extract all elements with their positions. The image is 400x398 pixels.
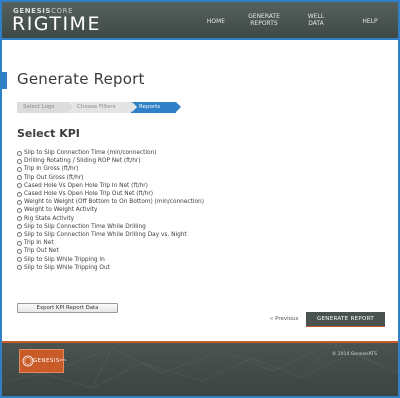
kpi-option-label: Weight to Weight (Off Bottom to On Botto… <box>24 199 204 206</box>
kpi-option[interactable]: Trip Out Net <box>17 247 204 255</box>
kpi-option[interactable]: Trip Out Gross (ft/hr) <box>17 174 204 182</box>
header-accent-bar <box>2 38 398 40</box>
step-arrow-1 <box>69 102 74 112</box>
kpi-option[interactable]: Weight to Weight Activity <box>17 206 204 214</box>
kpi-option[interactable]: Cased Hole Vs Open Hole Trip In Net (ft/… <box>17 182 204 190</box>
kpi-option-label: Slip to Slip Connection Time (min/connec… <box>24 150 157 157</box>
radio-button[interactable] <box>17 257 22 263</box>
kpi-option[interactable]: Slip to Slip Connection Time While Drill… <box>17 223 204 231</box>
kpi-option[interactable]: Slip to Slip While Tripping In <box>17 255 204 263</box>
footer-logo-word: GENESIS <box>33 358 60 364</box>
kpi-option[interactable]: Cased Hole Vs Open Hole Trip Out Net (ft… <box>17 190 204 198</box>
kpi-option[interactable]: Slip to Slip While Tripping Out <box>17 264 204 272</box>
radio-button[interactable] <box>17 207 22 213</box>
kpi-option[interactable]: Trip In Gross (ft/hr) <box>17 165 204 173</box>
radio-button[interactable] <box>17 248 22 254</box>
radio-button[interactable] <box>17 150 22 156</box>
radio-button[interactable] <box>17 183 22 189</box>
kpi-heading: Select KPI <box>17 127 80 140</box>
step-arrow-3 <box>176 102 181 112</box>
nav-reports-label-1: GENERATE <box>248 13 280 20</box>
nav-home-label: HOME <box>206 18 226 25</box>
radio-button[interactable] <box>17 158 22 164</box>
generate-report-button[interactable]: GENERATE REPORT <box>306 312 385 327</box>
nav-generate-reports[interactable]: GENERATE REPORTS <box>246 13 282 27</box>
kpi-option-label: Drilling Rotating / Sliding ROP Net (ft/… <box>24 158 141 165</box>
step-reports-active: Reports <box>131 102 176 113</box>
radio-button[interactable] <box>17 175 22 181</box>
nav-home[interactable]: HOME <box>202 18 230 25</box>
kpi-option-label: Trip In Net <box>24 240 54 247</box>
step-arrow-2 <box>131 102 136 112</box>
copyright: © 2014 GenesisRTS <box>332 352 378 357</box>
kpi-option-label: Trip Out Gross (ft/hr) <box>24 174 84 181</box>
nav-well-label-1: WELL <box>307 13 325 20</box>
kpi-option[interactable]: Rig State Activity <box>17 215 204 223</box>
radio-button[interactable] <box>17 240 22 246</box>
kpi-option[interactable]: Slip to Slip Connection Time While Drill… <box>17 231 204 239</box>
nav-help[interactable]: HELP <box>360 18 380 25</box>
kpi-option-label: Slip to Slip Connection Time While Drill… <box>24 231 187 238</box>
radio-button[interactable] <box>17 191 22 197</box>
nav-well-data[interactable]: WELL DATA <box>304 13 328 27</box>
kpi-option-label: Cased Hole Vs Open Hole Trip Out Net (ft… <box>24 191 154 198</box>
kpi-option-label: Slip to Slip Connection Time While Drill… <box>24 223 146 230</box>
kpi-option[interactable]: Slip to Slip Connection Time (min/connec… <box>17 149 204 157</box>
radio-button[interactable] <box>17 199 22 205</box>
nav-reports-label-2: REPORTS <box>250 20 278 27</box>
step-select-logs[interactable]: Select Logs <box>17 102 69 113</box>
step-choose-filters[interactable]: Choose Filters <box>69 102 131 113</box>
kpi-option-label: Slip to Slip While Tripping Out <box>24 264 110 271</box>
title-accent-bar <box>2 72 7 89</box>
kpi-option-label: Cased Hole Vs Open Hole Trip In Net (ft/… <box>24 182 148 189</box>
kpi-option[interactable]: Drilling Rotating / Sliding ROP Net (ft/… <box>17 157 204 165</box>
footer-logo-text: GENESISRTS <box>33 358 67 364</box>
export-kpi-button[interactable]: Export KPI Report Data <box>17 303 118 313</box>
radio-button[interactable] <box>17 265 22 271</box>
brand-logo[interactable]: RIGTIME <box>12 14 101 34</box>
footer-logo-sup: RTS <box>59 358 67 362</box>
kpi-option-label: Rig State Activity <box>24 215 75 222</box>
radio-button[interactable] <box>17 224 22 230</box>
kpi-radio-list: Slip to Slip Connection Time (min/connec… <box>17 149 204 272</box>
footer-genesis-logo[interactable]: GENESISRTS <box>19 349 67 373</box>
app-window: GENESISCORE RIGTIME HOME GENERATE REPORTS… <box>2 2 398 396</box>
kpi-option-label: Weight to Weight Activity <box>24 207 98 214</box>
previous-link[interactable]: « Previous <box>270 316 298 322</box>
page-title: Generate Report <box>17 70 145 88</box>
kpi-option-label: Slip to Slip While Tripping In <box>24 256 105 263</box>
kpi-option[interactable]: Trip In Net <box>17 239 204 247</box>
radio-button[interactable] <box>17 166 22 172</box>
kpi-option[interactable]: Weight to Weight (Off Bottom to On Botto… <box>17 198 204 206</box>
kpi-option-label: Trip In Gross (ft/hr) <box>24 166 79 173</box>
kpi-option-label: Trip Out Net <box>24 248 59 255</box>
top-header: GENESISCORE RIGTIME HOME GENERATE REPORTS… <box>2 2 398 38</box>
nav-well-label-2: DATA <box>308 20 324 27</box>
footer: GENESISRTS © 2014 GenesisRTS <box>2 343 398 396</box>
radio-button[interactable] <box>17 216 22 222</box>
nav-help-label: HELP <box>362 18 378 25</box>
radio-button[interactable] <box>17 232 22 238</box>
